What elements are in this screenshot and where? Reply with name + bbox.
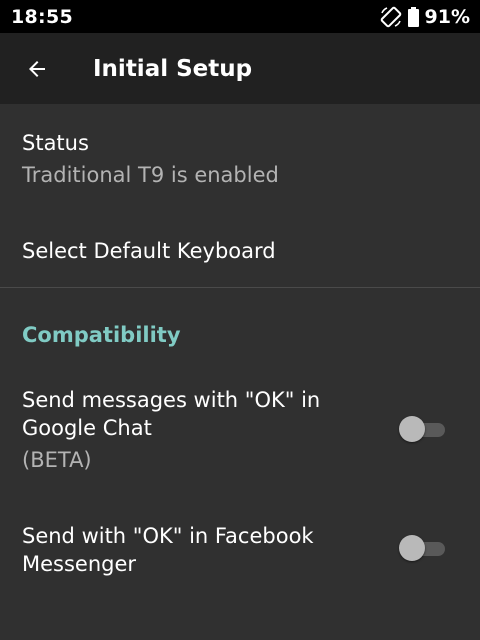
select-default-keyboard-item[interactable]: Select Default Keyboard — [22, 237, 458, 265]
facebook-messenger-ok-preference[interactable]: Send with "OK" in Facebook Messenger — [22, 522, 370, 578]
toggle-thumb — [399, 416, 425, 442]
status-time: 18:55 — [11, 5, 73, 28]
page-title: Initial Setup — [93, 55, 253, 82]
select-default-keyboard-label: Select Default Keyboard — [22, 239, 276, 263]
status-preference[interactable]: Status Traditional T9 is enabled — [22, 129, 458, 189]
status-icons: 91% — [380, 6, 470, 28]
status-summary: Traditional T9 is enabled — [22, 163, 279, 187]
status-title: Status — [22, 131, 89, 155]
toggle-thumb — [399, 535, 425, 561]
compatibility-category-title: Compatibility — [22, 323, 181, 347]
battery-percent: 91% — [424, 5, 470, 28]
app-bar: Initial Setup — [0, 33, 480, 104]
google-chat-ok-title-line2: Google Chat — [22, 416, 152, 440]
facebook-messenger-ok-title-line2: Messenger — [22, 552, 137, 576]
screen-rotation-icon — [380, 6, 402, 28]
facebook-messenger-ok-toggle[interactable] — [399, 535, 447, 563]
facebook-messenger-ok-title-line1: Send with "OK" in Facebook — [22, 524, 314, 548]
arrow-back-icon — [25, 57, 49, 81]
google-chat-ok-preference[interactable]: Send messages with "OK" in Google Chat (… — [22, 386, 370, 474]
status-bar: 18:55 91% — [0, 0, 480, 33]
google-chat-ok-summary: (BETA) — [22, 448, 92, 472]
google-chat-ok-toggle[interactable] — [399, 416, 447, 444]
google-chat-ok-title-line1: Send messages with "OK" in — [22, 388, 321, 412]
divider — [0, 287, 480, 288]
back-button[interactable] — [0, 33, 74, 104]
battery-icon — [407, 6, 419, 27]
